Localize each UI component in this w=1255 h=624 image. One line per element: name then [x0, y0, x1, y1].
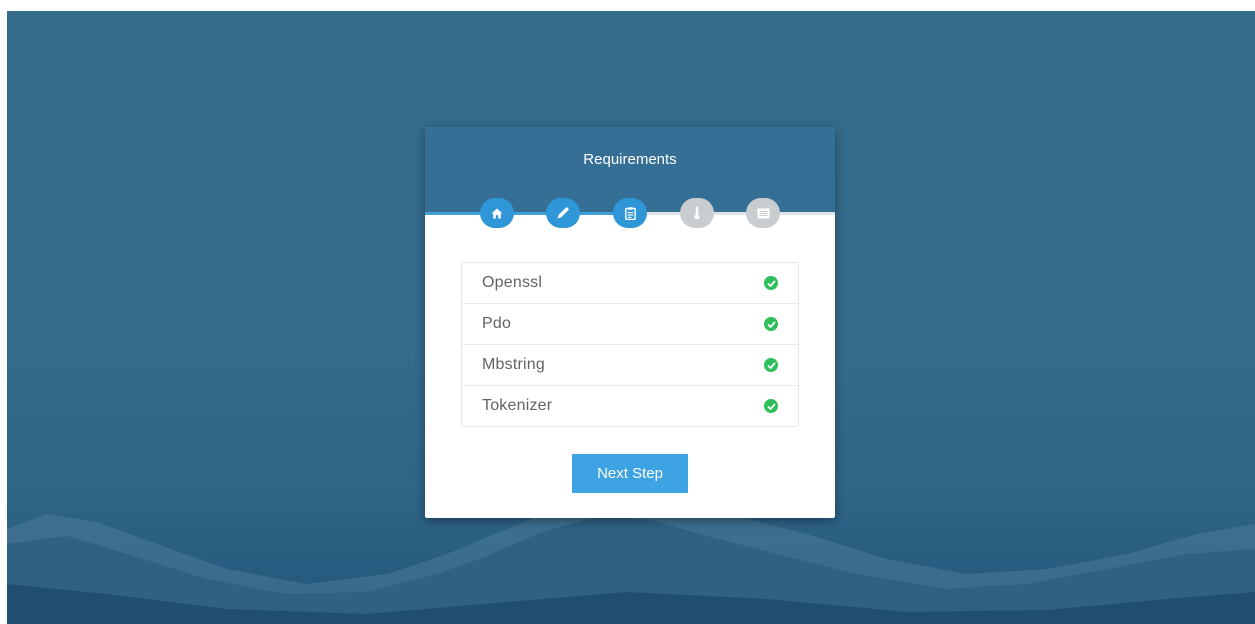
check-circle-icon: [764, 276, 778, 290]
home-icon: [491, 208, 503, 218]
check-circle-icon: [764, 317, 778, 331]
step-permissions[interactable]: [680, 198, 714, 228]
list-item: Tokenizer: [462, 385, 798, 426]
next-step-button[interactable]: Next Step: [572, 454, 688, 493]
thermometer-icon: [694, 206, 700, 220]
step-finish[interactable]: [746, 198, 780, 228]
clipboard-icon: [624, 206, 636, 220]
installer-card: Requirements Openssl Pdo Mbstring Tokeni…: [425, 127, 835, 518]
step-edit[interactable]: [546, 198, 580, 228]
requirement-name: Tokenizer: [482, 397, 553, 414]
requirement-name: Pdo: [482, 315, 512, 332]
page-title: Requirements: [583, 151, 677, 168]
list-item: Openssl: [462, 263, 798, 303]
progress-track-done: [425, 212, 643, 215]
background: Requirements Openssl Pdo Mbstring Tokeni…: [7, 11, 1255, 624]
list-item: Mbstring: [462, 344, 798, 385]
step-home[interactable]: [480, 198, 514, 228]
check-circle-icon: [764, 358, 778, 372]
pencil-icon: [557, 207, 569, 219]
requirements-list: Openssl Pdo Mbstring Tokenizer: [461, 262, 799, 427]
requirement-name: Mbstring: [482, 356, 545, 373]
check-circle-icon: [764, 399, 778, 413]
requirement-name: Openssl: [482, 274, 543, 291]
step-requirements[interactable]: [613, 198, 647, 228]
list-item: Pdo: [462, 303, 798, 344]
list-icon: [757, 208, 769, 218]
